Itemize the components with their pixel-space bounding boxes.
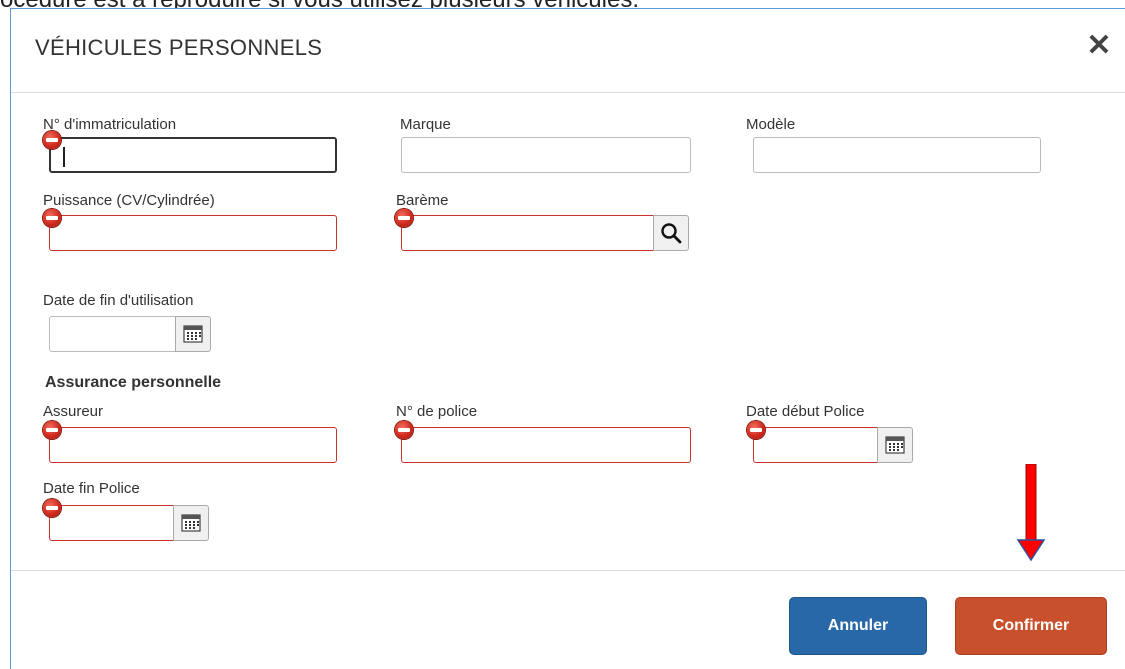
date-debut-police-input[interactable] bbox=[753, 427, 879, 463]
date-debut-police-label: Date début Police bbox=[746, 403, 865, 420]
calendar-icon bbox=[181, 514, 201, 532]
vehicle-dialog: VÉHICULES PERSONNELS ✕ N° d'immatriculat… bbox=[10, 8, 1125, 669]
puissance-label: Puissance (CV/Cylindrée) bbox=[43, 192, 215, 209]
bareme-input[interactable] bbox=[401, 215, 655, 251]
date-fin-police-calendar-button[interactable] bbox=[173, 505, 209, 541]
red-arrow-down-icon bbox=[1016, 464, 1046, 562]
footer-divider bbox=[11, 570, 1125, 571]
text-caret bbox=[63, 147, 65, 167]
marque-input[interactable] bbox=[401, 137, 691, 173]
puissance-input[interactable] bbox=[49, 215, 337, 251]
calendar-icon bbox=[183, 325, 203, 343]
header-divider bbox=[11, 92, 1125, 93]
date-fin-police-input[interactable] bbox=[49, 505, 175, 541]
numero-police-label: N° de police bbox=[396, 403, 478, 420]
marque-label: Marque bbox=[400, 116, 451, 133]
confirm-button[interactable]: Confirmer bbox=[955, 597, 1107, 655]
search-icon bbox=[661, 223, 682, 244]
date-fin-utilisation-label: Date de fin d'utilisation bbox=[43, 292, 194, 309]
modele-label: Modèle bbox=[746, 116, 796, 133]
modele-input[interactable] bbox=[753, 137, 1041, 173]
date-fin-police-label: Date fin Police bbox=[43, 480, 140, 497]
bareme-search-button[interactable] bbox=[653, 215, 689, 251]
required-field-icon bbox=[43, 131, 61, 149]
required-field-icon bbox=[43, 499, 61, 517]
assureur-label: Assureur bbox=[43, 403, 104, 420]
calendar-icon bbox=[885, 436, 905, 454]
numero-police-input[interactable] bbox=[401, 427, 691, 463]
bareme-label: Barème bbox=[396, 192, 449, 209]
date-fin-utilisation-input[interactable] bbox=[49, 316, 179, 352]
required-field-icon bbox=[395, 421, 413, 439]
date-fin-utilisation-calendar-button[interactable] bbox=[175, 316, 211, 352]
assurance-section-heading: Assurance personnelle bbox=[45, 374, 222, 391]
immatriculation-input[interactable] bbox=[49, 137, 337, 173]
required-field-icon bbox=[747, 421, 765, 439]
assureur-input[interactable] bbox=[49, 427, 337, 463]
close-icon[interactable]: ✕ bbox=[1084, 31, 1114, 61]
date-debut-police-calendar-button[interactable] bbox=[877, 427, 913, 463]
immatriculation-label: N° d'immatriculation bbox=[43, 116, 177, 133]
dialog-title: VÉHICULES PERSONNELS bbox=[35, 35, 323, 60]
cancel-button[interactable]: Annuler bbox=[789, 597, 927, 655]
required-field-icon bbox=[395, 209, 413, 227]
required-field-icon bbox=[43, 421, 61, 439]
required-field-icon bbox=[43, 209, 61, 227]
